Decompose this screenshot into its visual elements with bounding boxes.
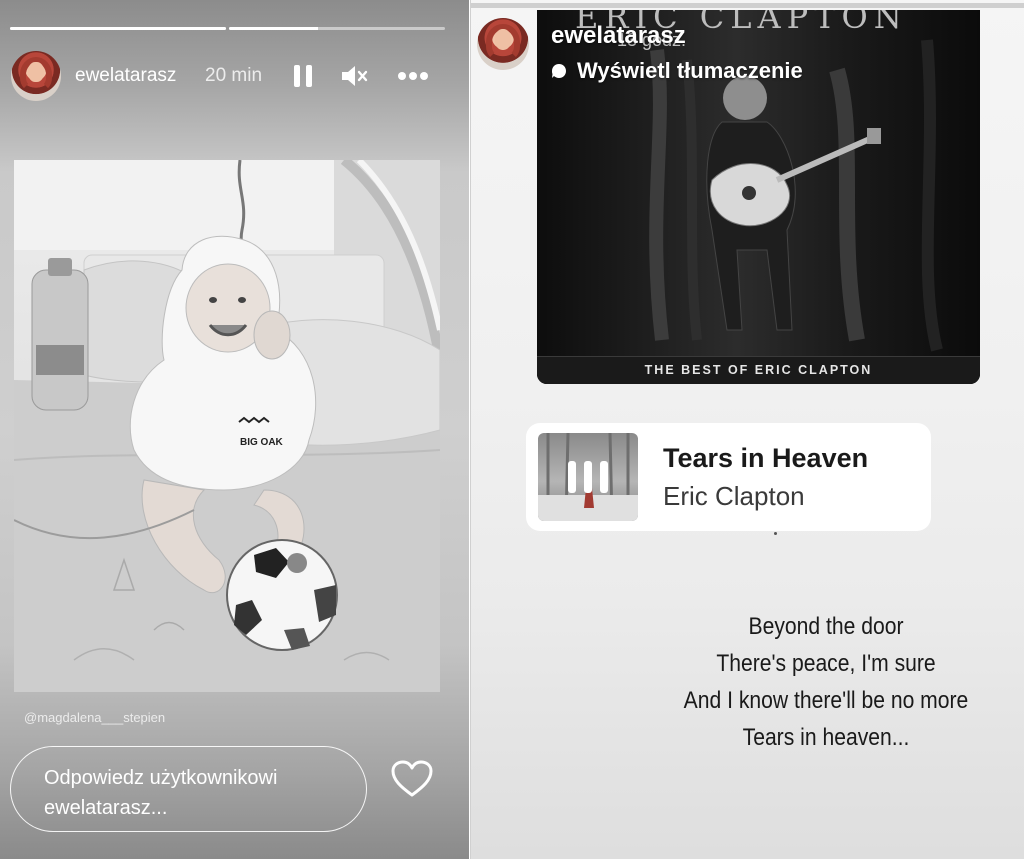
mute-icon[interactable]	[340, 63, 370, 89]
music-thumbnail	[538, 433, 638, 521]
translate-label: Wyświetl tłumaczenie	[577, 58, 803, 83]
song-title: Tears in Heaven	[663, 443, 869, 473]
story-progress-2-fill	[229, 27, 318, 30]
left-story-panel[interactable]: ewelatarasz 20 min BIG OAK @magdalena___…	[0, 0, 469, 859]
lyrics-block: Beyond the door There's peace, I'm sure …	[621, 608, 1024, 756]
album-subtitle: THE BEST OF ERIC CLAPTON	[644, 363, 873, 377]
story-progress-2	[229, 27, 445, 30]
heart-icon[interactable]	[391, 760, 433, 798]
avatar[interactable]	[11, 51, 61, 101]
story-progress-1-fill	[10, 27, 226, 30]
story-username[interactable]: ewelatarasz	[75, 65, 176, 87]
decorative-dot	[774, 532, 777, 535]
photo-credit-mention[interactable]: @magdalena___stepien	[24, 710, 165, 725]
reply-input[interactable]: Odpowiedz użytkownikowi ewelatarasz...	[10, 746, 367, 832]
lyric-line: Tears in heaven...	[742, 724, 910, 751]
lyric-line: Beyond the door	[748, 613, 904, 640]
hoodie-print: BIG OAK	[240, 437, 284, 448]
reply-placeholder: Odpowiedz użytkownikowi ewelatarasz...	[44, 767, 278, 819]
equalizer-icon	[568, 461, 608, 493]
lyric-line: There's peace, I'm sure	[716, 650, 936, 677]
avatar-face	[28, 62, 44, 82]
avatar[interactable]	[477, 18, 529, 70]
song-artist: Eric Clapton	[663, 481, 805, 511]
pause-icon[interactable]	[294, 65, 312, 87]
story-progress-1	[10, 27, 226, 30]
photo-illustration: BIG OAK	[14, 160, 440, 692]
story-progress-top	[471, 3, 1024, 8]
avatar-face	[494, 29, 512, 51]
right-story-panel[interactable]: ERIC CLAPTON 13 godz. THE BEST OF ERIC C…	[470, 0, 1024, 859]
more-options-icon[interactable]	[398, 72, 428, 80]
translate-button[interactable]: Wyświetl tłumaczenie	[551, 58, 803, 84]
music-sticker[interactable]: Tears in Heaven Eric Clapton	[526, 423, 931, 531]
story-time: 20 min	[205, 65, 263, 86]
story-username[interactable]: ewelatarasz	[551, 22, 686, 50]
lyric-line: And I know there'll be no more	[683, 687, 969, 714]
translate-icon	[552, 64, 566, 78]
story-photo: BIG OAK	[14, 160, 440, 692]
